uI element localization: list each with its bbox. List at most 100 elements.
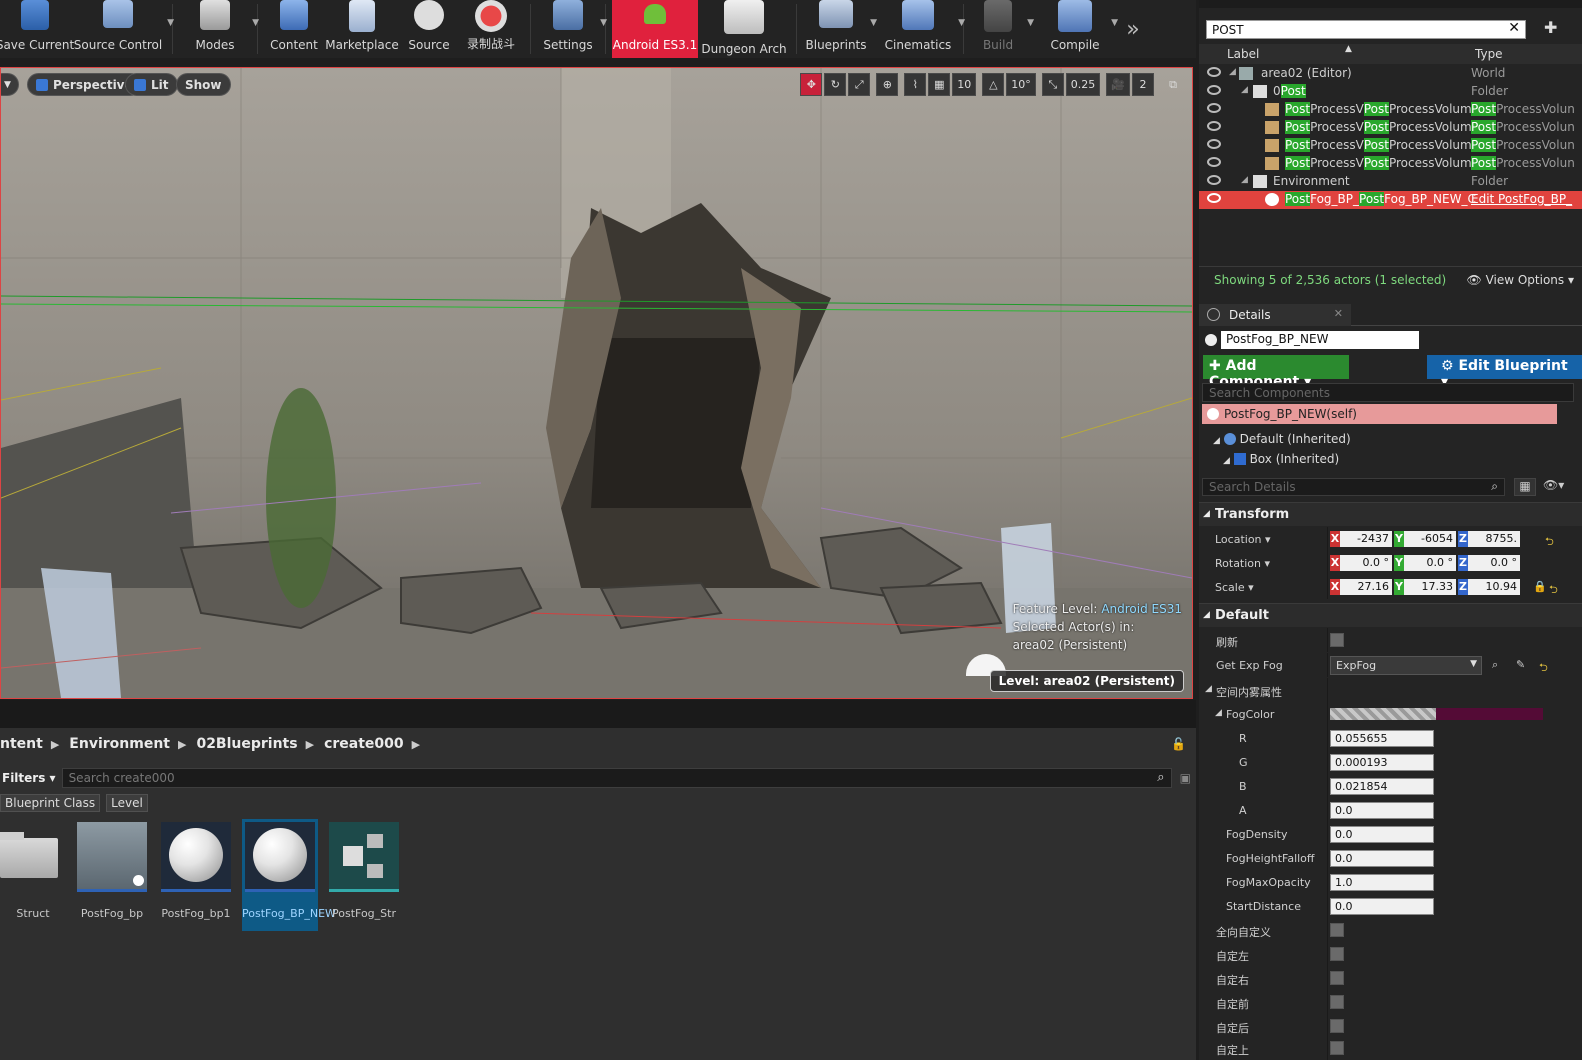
scale-x-field[interactable]: 27.16 bbox=[1340, 579, 1392, 595]
outliner-row-postfog-selected[interactable]: PostFog_BP_PostFog_BP_NEW_C Edit PostFog… bbox=[1199, 191, 1582, 209]
search-components-input[interactable]: Search Components bbox=[1202, 383, 1574, 402]
marketplace-button[interactable]: Marketplace bbox=[324, 0, 400, 58]
expand-arrow-icon[interactable]: ◢ bbox=[1241, 85, 1248, 95]
visibility-eye-icon[interactable] bbox=[1207, 175, 1221, 185]
outliner-row-postprocess-volume[interactable]: PostProcessVPostProcessVolume PostProces… bbox=[1199, 155, 1582, 173]
asset-tile-level[interactable]: PostFog_bp bbox=[74, 819, 150, 931]
save-search-icon[interactable]: ▣ bbox=[1180, 771, 1191, 785]
settings-button[interactable]: Settings ▼ bbox=[537, 0, 607, 58]
rotation-snap-value[interactable]: 10° bbox=[1006, 73, 1036, 96]
custom-back-checkbox[interactable] bbox=[1330, 1019, 1344, 1033]
dungeon-arch-button[interactable]: Dungeon Arch bbox=[698, 0, 790, 58]
filter-chip-blueprint-class[interactable]: Blueprint Class bbox=[0, 794, 101, 812]
show-button[interactable]: Show bbox=[176, 73, 231, 96]
space-fog-group[interactable]: ◢ 空间内雾属性 bbox=[1199, 678, 1582, 702]
fog-color-g-field[interactable]: 0.000193 bbox=[1330, 754, 1434, 771]
custom-all-checkbox[interactable] bbox=[1330, 923, 1344, 937]
android-es31-preview-button[interactable]: Android ES3.1 bbox=[612, 0, 698, 58]
property-matrix-icon[interactable]: ▦ bbox=[1514, 478, 1536, 496]
rotation-x-field[interactable]: 0.0 ° bbox=[1340, 555, 1392, 571]
expand-arrow-icon[interactable]: ◢ bbox=[1223, 456, 1230, 466]
world-outliner-tab[interactable] bbox=[1199, 0, 1582, 8]
camera-speed-icon[interactable]: 🎥 bbox=[1106, 73, 1130, 96]
rotate-mode-icon[interactable]: ↻ bbox=[824, 73, 847, 96]
rotation-mode-dropdown[interactable]: Rotation ▾ bbox=[1215, 557, 1270, 570]
cinematics-button[interactable]: Cinematics ▼ bbox=[879, 0, 965, 58]
chevron-down-icon[interactable]: ▼ bbox=[600, 18, 607, 28]
surface-snap-icon[interactable]: ⌇ bbox=[904, 73, 927, 96]
chevron-down-icon[interactable]: ▼ bbox=[870, 18, 877, 28]
collapse-arrow-icon[interactable]: ◢ bbox=[1215, 708, 1222, 718]
scale-mode-dropdown[interactable]: Scale ▾ bbox=[1215, 581, 1254, 594]
scale-snap-icon[interactable]: ⤡ bbox=[1041, 73, 1064, 96]
expand-arrow-icon[interactable]: ◢ bbox=[1229, 67, 1236, 77]
breadcrumb-item[interactable]: ntent bbox=[0, 736, 51, 752]
details-tab[interactable]: Details ✕ bbox=[1199, 304, 1351, 326]
outliner-row-folder-0post[interactable]: ◢ 0Post Folder bbox=[1199, 83, 1582, 101]
asset-tile-folder[interactable]: Struct bbox=[0, 819, 66, 931]
component-default-inherited[interactable]: ◢ Default (Inherited) bbox=[1213, 432, 1351, 446]
browse-icon[interactable]: ⌕ bbox=[1492, 658, 1498, 672]
custom-front-checkbox[interactable] bbox=[1330, 995, 1344, 1009]
toolbar-overflow-icon[interactable]: » bbox=[1120, 0, 1146, 58]
chevron-right-icon[interactable]: ▶ bbox=[51, 738, 69, 751]
camera-speed-value[interactable]: 2 bbox=[1132, 73, 1154, 96]
grid-snap-value[interactable]: 10 bbox=[952, 73, 977, 96]
reset-to-default-icon[interactable]: ⮌ bbox=[1539, 659, 1548, 678]
blueprints-button[interactable]: Blueprints ▼ bbox=[803, 0, 877, 58]
filters-button[interactable]: Filters ▾ bbox=[0, 771, 62, 785]
transform-section-header[interactable]: ◢ Transform bbox=[1199, 502, 1582, 526]
lock-icon[interactable]: 🔓 bbox=[1171, 737, 1186, 751]
custom-up-checkbox[interactable] bbox=[1330, 1041, 1344, 1055]
translate-mode-icon[interactable]: ✥ bbox=[800, 73, 823, 96]
chevron-right-icon[interactable]: ▶ bbox=[306, 738, 324, 751]
asset-tile-blueprint[interactable]: PostFog_bp1 bbox=[158, 819, 234, 931]
visibility-eye-icon[interactable] bbox=[1207, 121, 1221, 131]
label-column-header[interactable]: Label bbox=[1227, 47, 1259, 61]
filter-chip-level[interactable]: Level bbox=[106, 794, 148, 812]
compile-button[interactable]: Compile ▼ bbox=[1040, 0, 1118, 58]
record-battle-button[interactable]: 录制战斗 bbox=[458, 0, 524, 58]
scale-snap-value[interactable]: 0.25 bbox=[1065, 73, 1101, 96]
content-search-input[interactable]: Search create000 ⌕ bbox=[61, 768, 1172, 788]
chevron-down-icon[interactable]: ▼ bbox=[167, 18, 174, 28]
expand-arrow-icon[interactable]: ◢ bbox=[1213, 436, 1220, 446]
fog-color-b-field[interactable]: 0.021854 bbox=[1330, 778, 1434, 795]
scale-z-field[interactable]: 10.94 bbox=[1468, 579, 1520, 595]
scale-y-field[interactable]: 17.33 bbox=[1404, 579, 1456, 595]
visibility-eye-icon[interactable] bbox=[1207, 139, 1221, 149]
fog-max-opacity-field[interactable]: 1.0 bbox=[1330, 874, 1434, 891]
rotation-z-field[interactable]: 0.0 ° bbox=[1468, 555, 1520, 571]
chevron-down-icon[interactable]: ▼ bbox=[252, 18, 259, 28]
location-y-field[interactable]: -6054 bbox=[1404, 531, 1456, 547]
breadcrumb-item[interactable]: Environment bbox=[69, 736, 178, 752]
visibility-filter-icon[interactable]: 👁▾ bbox=[1543, 478, 1564, 492]
reset-to-default-icon[interactable]: ⮌ bbox=[1549, 581, 1558, 600]
create-folder-icon[interactable]: ✚ bbox=[1544, 18, 1557, 37]
default-section-header[interactable]: ◢ Default bbox=[1199, 603, 1582, 627]
component-self-row[interactable]: PostFog_BP_NEW(self) bbox=[1202, 404, 1557, 424]
outliner-row-postprocess-volume[interactable]: PostProcessVPostProcessVolume PostProces… bbox=[1199, 137, 1582, 155]
rotation-snap-icon[interactable]: △ bbox=[982, 73, 1005, 96]
add-component-button[interactable]: ✚ Add Component ▾ bbox=[1203, 355, 1349, 390]
outliner-row-world[interactable]: ◢ area02 (Editor) World bbox=[1199, 65, 1582, 83]
clear-search-icon[interactable]: ✕ bbox=[1508, 20, 1520, 36]
breadcrumb-item[interactable]: create000 bbox=[324, 736, 412, 752]
search-details-input[interactable]: Search Details ⌕ bbox=[1202, 478, 1505, 496]
grid-snap-icon[interactable]: ▦ bbox=[928, 73, 951, 96]
expand-arrow-icon[interactable]: ◢ bbox=[1241, 175, 1248, 185]
save-current-button[interactable]: Save Current bbox=[0, 0, 74, 58]
visibility-eye-icon[interactable] bbox=[1207, 157, 1221, 167]
visibility-eye-icon[interactable] bbox=[1207, 85, 1221, 95]
build-button[interactable]: Build ▼ bbox=[970, 0, 1034, 58]
asset-tile-struct[interactable]: PostFog_Str bbox=[326, 819, 402, 931]
panel-splitter[interactable] bbox=[0, 700, 1196, 728]
outliner-row-postprocess-volume[interactable]: PostProcessVPostProcessVolume PostProces… bbox=[1199, 119, 1582, 137]
type-column-header[interactable]: Type bbox=[1475, 47, 1503, 61]
custom-right-checkbox[interactable] bbox=[1330, 971, 1344, 985]
visibility-eye-icon[interactable] bbox=[1207, 193, 1221, 203]
component-box-inherited[interactable]: ◢ Box (Inherited) bbox=[1223, 452, 1339, 466]
fog-color-r-field[interactable]: 0.055655 bbox=[1330, 730, 1434, 747]
chevron-down-icon[interactable]: ▼ bbox=[1111, 18, 1118, 28]
fog-density-field[interactable]: 0.0 bbox=[1330, 826, 1434, 843]
